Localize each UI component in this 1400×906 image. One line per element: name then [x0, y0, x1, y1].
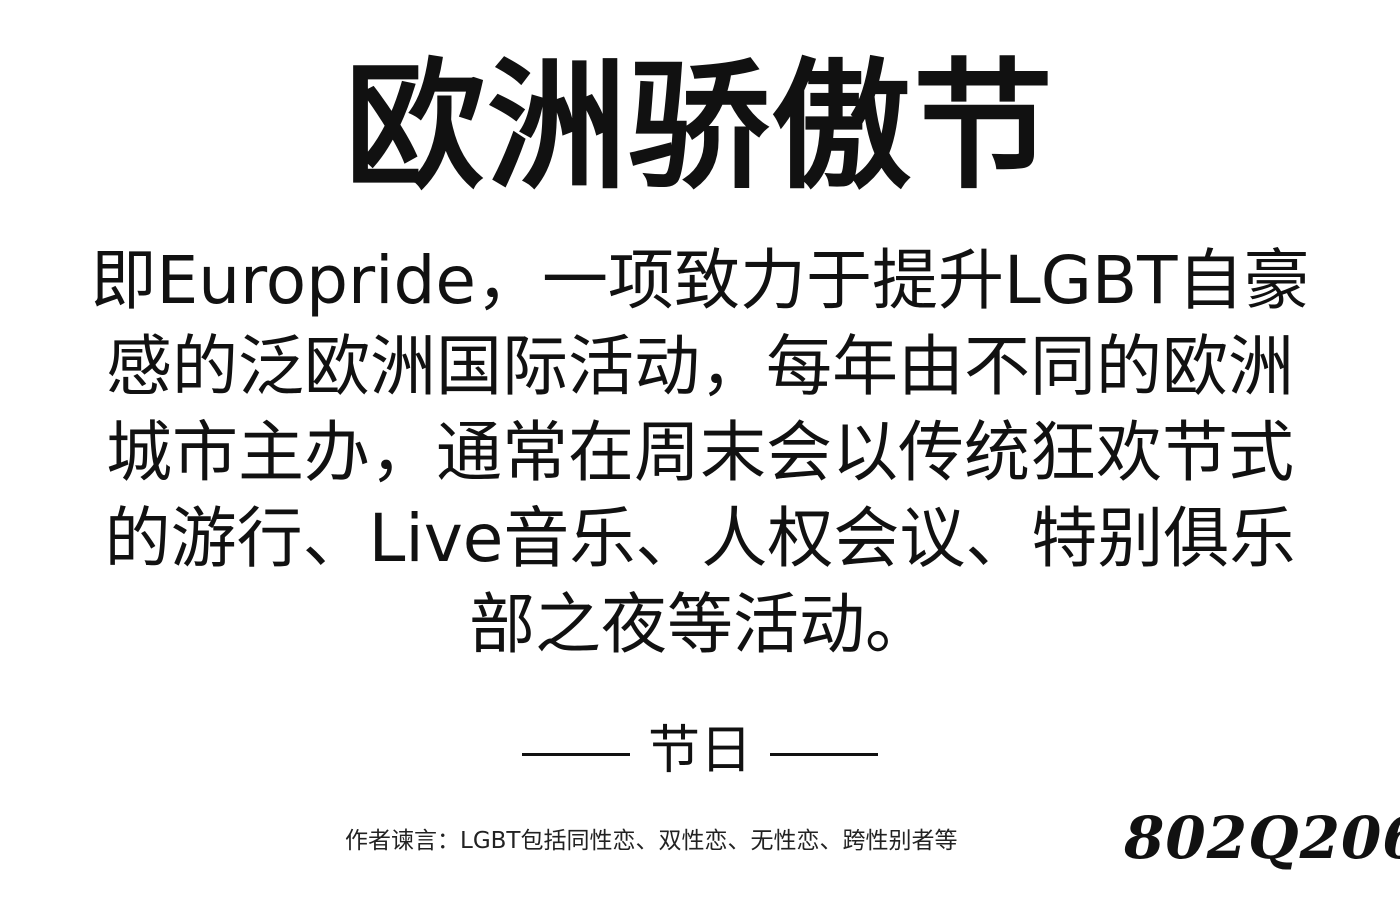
signature-code: 802Q206	[1124, 804, 1400, 872]
section-label-text: 节日	[647, 721, 752, 781]
right-dash-line	[770, 752, 878, 756]
description-paragraph: 即Europride，一项致力于提升LGBT自豪感的泛欧洲国际活动，每年由不同的…	[90, 242, 1310, 663]
author-note: 作者谏言：LGBT包括同性恋、双性恋、无性恋、跨性别者等	[345, 828, 958, 854]
left-dash-line	[521, 752, 630, 756]
page-title: 欧洲骄傲节	[344, 46, 1055, 209]
section-label: 节日	[0, 716, 1400, 786]
